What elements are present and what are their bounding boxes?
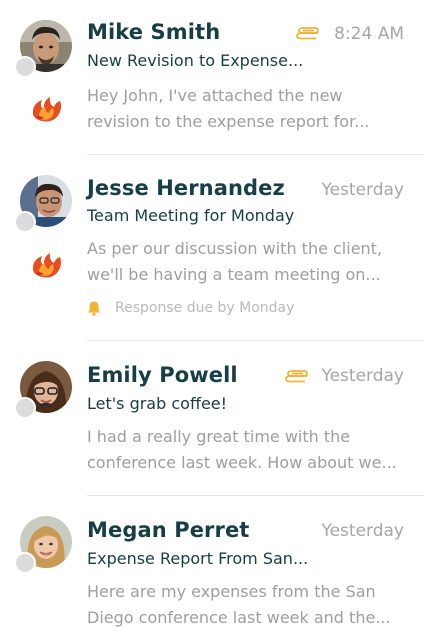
status-dot: [14, 552, 36, 574]
status-dot: [14, 397, 36, 419]
message-row-jesse-hernandez[interactable]: Jesse Hernandez Yesterday Team Meeting f…: [0, 155, 424, 341]
message-subject: New Revision to Expense...: [87, 51, 304, 70]
message-preview: Hey John, I've attached the new revision…: [87, 83, 405, 135]
preview-line: As per our discussion with the client,: [87, 239, 383, 258]
sender-name: Mike Smith: [87, 20, 221, 44]
preview-line: revision to the expense report for...: [87, 112, 370, 131]
flame-icon: [32, 97, 61, 122]
paperclip-icon: [285, 370, 308, 383]
sender-name: Emily Powell: [87, 363, 238, 387]
status-dot: [14, 56, 36, 78]
preview-line: we'll be having a team meeting on...: [87, 265, 381, 284]
message-time: 8:24 AM: [334, 24, 404, 44]
preview-line: Hey John, I've attached the new: [87, 86, 343, 105]
message-preview: I had a really great time with the confe…: [87, 424, 405, 476]
message-subject: Team Meeting for Monday: [87, 206, 295, 225]
message-list: Mike Smith 8:24 AM New Revision to Expen…: [0, 0, 424, 627]
sender-name: Megan Perret: [87, 518, 250, 542]
message-preview: Here are my expenses from the San Diego …: [87, 579, 405, 631]
message-preview: As per our discussion with the client, w…: [87, 236, 405, 288]
message-row-mike-smith[interactable]: Mike Smith 8:24 AM New Revision to Expen…: [0, 0, 424, 155]
message-time: Yesterday: [321, 366, 404, 386]
message-subject: Let's grab coffee!: [87, 394, 228, 413]
preview-line: I had a really great time with the: [87, 427, 351, 446]
message-time: Yesterday: [321, 521, 404, 541]
message-row-emily-powell[interactable]: Emily Powell Yesterday Let's grab coffee…: [0, 341, 424, 496]
status-dot: [14, 211, 36, 233]
message-time: Yesterday: [321, 180, 404, 200]
message-subject: Expense Report From San...: [87, 549, 309, 568]
preview-line: Diego conference last week and the...: [87, 608, 391, 627]
preview-line: conference last week. How about we...: [87, 453, 397, 472]
preview-line: Here are my expenses from the San: [87, 582, 376, 601]
bell-icon: [87, 301, 101, 316]
sender-name: Jesse Hernandez: [87, 176, 285, 200]
message-row-megan-perret[interactable]: Megan Perret Yesterday Expense Report Fr…: [0, 496, 424, 627]
flame-icon: [32, 253, 61, 278]
paperclip-icon: [296, 27, 319, 40]
response-due-text: Response due by Monday: [115, 300, 295, 316]
